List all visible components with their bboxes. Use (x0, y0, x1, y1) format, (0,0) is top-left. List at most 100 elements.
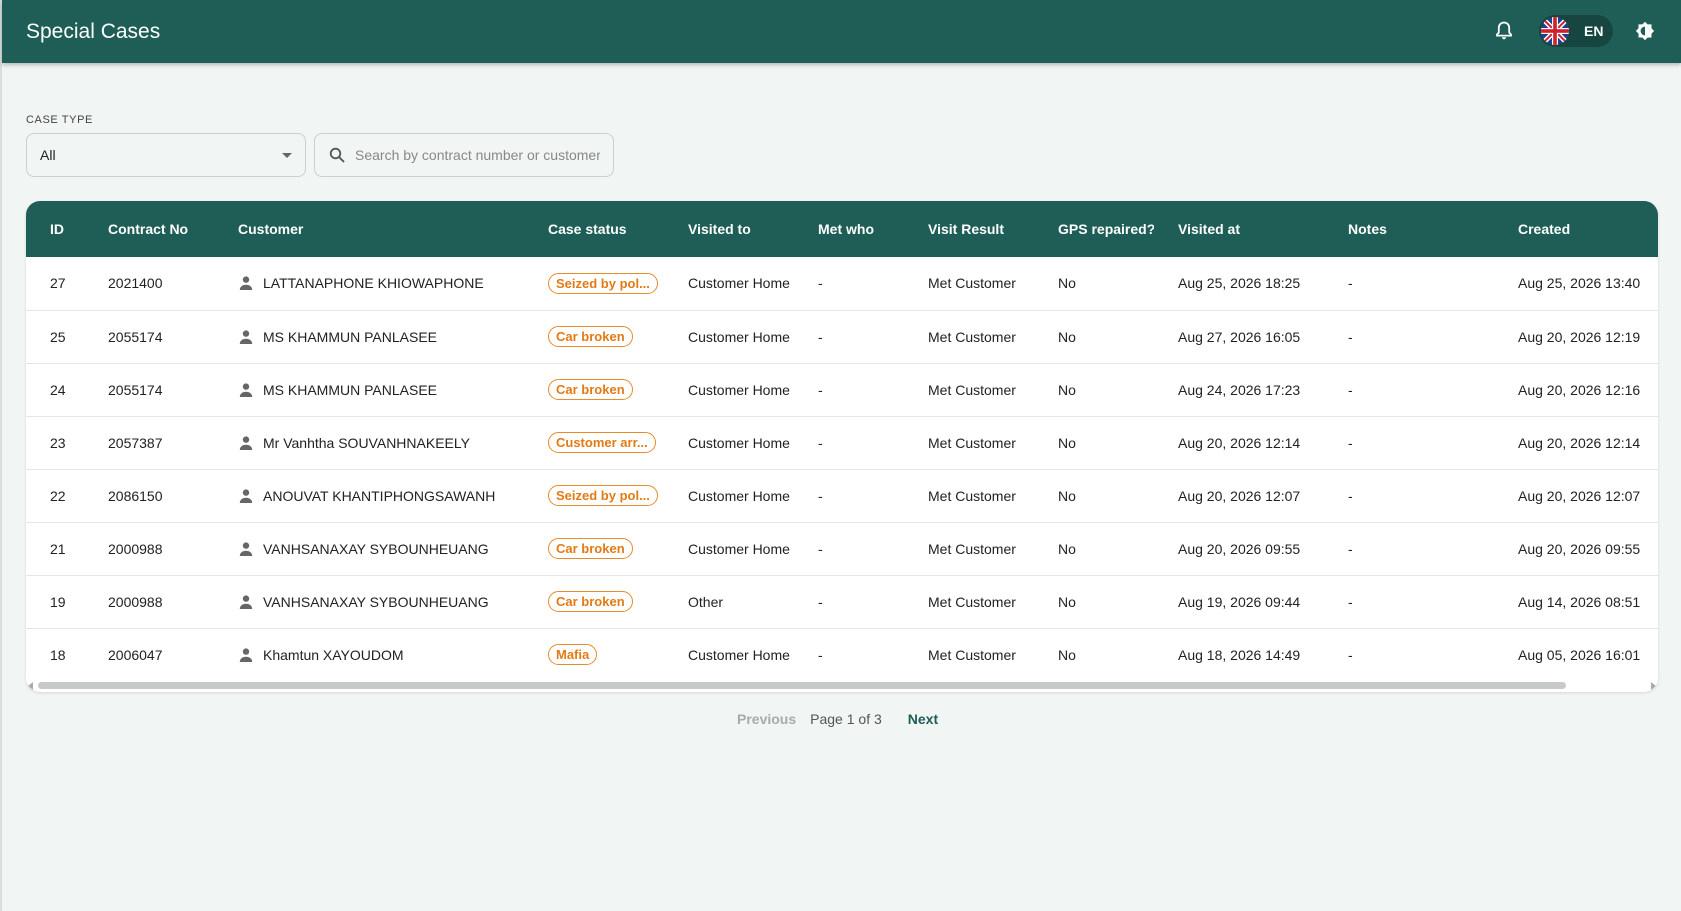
cell-notes: - (1324, 522, 1494, 576)
column-header-id[interactable]: ID (26, 201, 84, 257)
column-header-customer[interactable]: Customer (214, 201, 524, 257)
cell-contract-no: 2055174 (84, 310, 214, 364)
cell-created: Aug 14, 2026 08:51 (1494, 575, 1658, 629)
cell-contract-no: 2000988 (84, 575, 214, 629)
cell-gps-repaired: No (1034, 469, 1154, 523)
status-badge: Car broken (548, 326, 633, 347)
cell-met-who: - (794, 310, 904, 364)
column-header-notes[interactable]: Notes (1324, 201, 1494, 257)
cell-customer: Mr Vanhtha SOUVANHNAKEELY (214, 416, 524, 470)
cell-created: Aug 20, 2026 09:55 (1494, 522, 1658, 576)
app-bar: Special Cases EN (2, 0, 1681, 63)
cell-case-status: Seized by pol... (524, 257, 664, 311)
cell-id: 22 (26, 469, 84, 523)
cell-customer: LATTANAPHONE KHIOWAPHONE (214, 257, 524, 311)
cell-contract-no: 2057387 (84, 416, 214, 470)
cell-case-status: Seized by pol... (524, 469, 664, 523)
cell-gps-repaired: No (1034, 522, 1154, 576)
cell-customer: MS KHAMMUN PANLASEE (214, 310, 524, 364)
cell-created: Aug 20, 2026 12:07 (1494, 469, 1658, 523)
bell-icon[interactable] (1493, 20, 1515, 42)
cell-visit-result: Met Customer (904, 363, 1034, 417)
person-icon (239, 435, 253, 450)
person-icon (239, 382, 253, 397)
customer-name: VANHSANAXAY SYBOUNHEUANG (263, 540, 489, 557)
scroll-left-arrow[interactable] (28, 682, 33, 690)
cell-visited-at: Aug 18, 2026 14:49 (1178, 646, 1301, 663)
cell-gps-repaired: No (1034, 310, 1154, 364)
cell-contract-no: 2000988 (84, 522, 214, 576)
chevron-down-icon (282, 153, 292, 158)
cell-gps-repaired: No (1034, 363, 1154, 417)
column-header-visited-at[interactable]: Visited at (1154, 201, 1324, 257)
customer-name: MS KHAMMUN PANLASEE (263, 328, 437, 345)
customer-name: LATTANAPHONE KHIOWAPHONE (263, 275, 484, 292)
cell-notes: - (1324, 257, 1494, 311)
column-header-created[interactable]: Created (1494, 201, 1658, 257)
cell-visited-to: Customer Home (664, 522, 794, 576)
status-badge: Car broken (548, 379, 633, 400)
column-header-case-status[interactable]: Case status (524, 201, 664, 257)
table-row[interactable]: 23 2057387 Mr Vanhtha SOUVANHNAKEELY Custom… (26, 416, 1658, 470)
column-header-visit-result[interactable]: Visit Result (904, 201, 1034, 257)
previous-button[interactable]: Previous (737, 711, 796, 727)
cell-gps-repaired: No (1058, 646, 1076, 663)
table-row[interactable]: 24 2055174 MS KHAMMUN PANLASEE Car broken Cu… (26, 363, 1658, 417)
table-row[interactable]: 19 2000988 VANHSANAXAY SYBOUNHEUANG Car bro… (26, 575, 1658, 629)
cell-visit-result: Met Customer (904, 575, 1034, 629)
case-type-select[interactable]: All (26, 133, 306, 177)
pagination: Previous Page 1 of 3 Next (737, 708, 938, 730)
cell-visited-to: Customer Home (664, 416, 794, 470)
language-switcher[interactable]: EN (1539, 15, 1613, 47)
cell-id: 18 (50, 646, 66, 663)
cell-visited-to: Customer Home (664, 363, 794, 417)
customer-name: ANOUVAT KHANTIPHONGSAWANH (263, 487, 496, 504)
cell-met-who: - (794, 522, 904, 576)
cell-visited-at: Aug 20, 2026 09:55 (1154, 522, 1324, 576)
cell-visited-to: Customer Home (664, 310, 794, 364)
table-row[interactable]: 27 2021400 LATTANAPHONE KHIOWAPHONE Seized … (26, 257, 1658, 311)
theme-toggle-icon[interactable] (1634, 20, 1656, 42)
cell-visited-at: Aug 20, 2026 12:14 (1154, 416, 1324, 470)
column-header-gps-repaired[interactable]: GPS repaired? (1034, 201, 1154, 257)
search-input[interactable] (355, 147, 600, 163)
cell-visit-result: Met Customer (928, 646, 1016, 663)
cell-id: 24 (26, 363, 84, 417)
cell-notes: - (1324, 363, 1494, 417)
cell-case-status: Customer arr... (524, 416, 664, 470)
scroll-right-arrow[interactable] (1651, 682, 1656, 690)
column-header-met-who[interactable]: Met who (794, 201, 904, 257)
table-row[interactable]: 21 2000988 VANHSANAXAY SYBOUNHEUANG Car bro… (26, 522, 1658, 576)
cell-visited-at: Aug 19, 2026 09:44 (1154, 575, 1324, 629)
cell-case-status: Mafia (524, 628, 664, 681)
person-icon (239, 488, 253, 503)
cell-visit-result: Met Customer (904, 257, 1034, 311)
cell-id: 21 (26, 522, 84, 576)
next-button[interactable]: Next (908, 711, 938, 727)
cell-contract-no: 2021400 (84, 257, 214, 311)
cell-contract-no: 2055174 (84, 363, 214, 417)
table-row[interactable]: 18 2006047 Khamtun XAYOUDOM Mafia Customer H… (26, 628, 1658, 681)
status-badge: Car broken (548, 591, 633, 612)
status-badge: Customer arr... (548, 432, 656, 453)
case-type-label: CASE TYPE (26, 114, 93, 126)
cell-visited-at: Aug 25, 2026 18:25 (1154, 257, 1324, 311)
table-row[interactable]: 22 2086150 ANOUVAT KHANTIPHONGSAWANH Seized… (26, 469, 1658, 523)
cell-met-who: - (794, 363, 904, 417)
cell-gps-repaired: No (1034, 257, 1154, 311)
search-box (314, 133, 614, 177)
cell-gps-repaired: No (1034, 416, 1154, 470)
cell-id: 27 (26, 257, 84, 311)
table-row[interactable]: 25 2055174 MS KHAMMUN PANLASEE Car broken Cu… (26, 310, 1658, 364)
cell-met-who: - (794, 575, 904, 629)
cell-customer: MS KHAMMUN PANLASEE (214, 363, 524, 417)
horizontal-scrollbar[interactable] (38, 682, 1566, 689)
case-type-value: All (40, 147, 56, 163)
column-header-contract-no[interactable]: Contract No (84, 201, 214, 257)
column-header-visited-to[interactable]: Visited to (664, 201, 794, 257)
cell-case-status: Car broken (524, 575, 664, 629)
cell-visited-at: Aug 24, 2026 17:23 (1154, 363, 1324, 417)
cell-visit-result: Met Customer (904, 469, 1034, 523)
cell-met-who: - (818, 646, 823, 663)
cell-created: Aug 20, 2026 12:19 (1494, 310, 1658, 364)
